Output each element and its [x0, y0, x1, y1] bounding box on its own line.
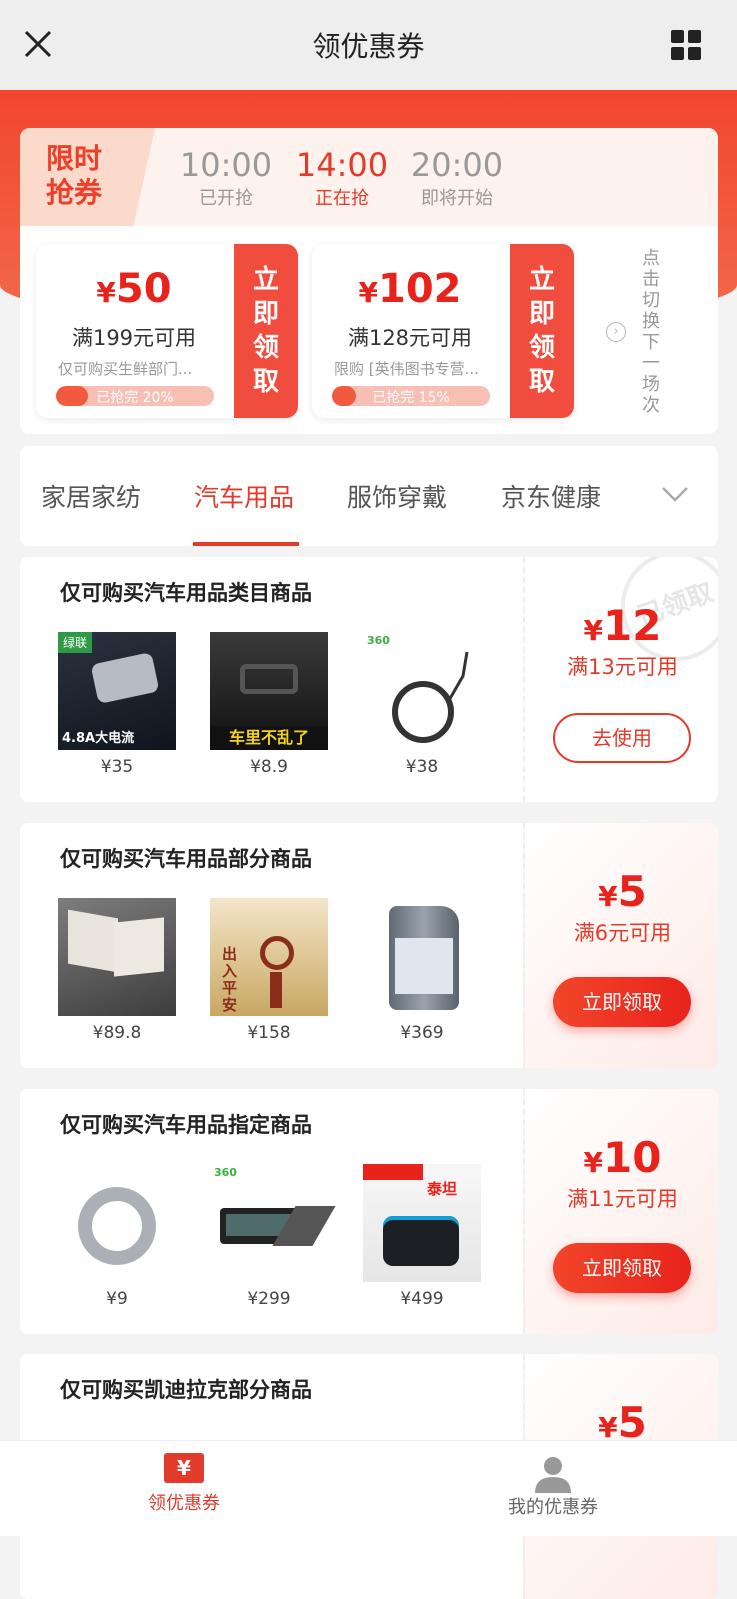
product-image-text: 4.8A大电流 [62, 731, 135, 746]
product-image[interactable] [363, 898, 481, 1016]
product-image-text: 出入平安 [222, 945, 238, 1014]
chevron-down-icon[interactable] [660, 482, 690, 506]
coupon-condition: 满128元可用 [347, 326, 473, 350]
coupon-amount: ¥5 [598, 867, 647, 916]
product-image[interactable]: 出入平安 [210, 898, 328, 1016]
page-title: 领优惠券 [312, 30, 425, 63]
coupon-description: 仅可购买生鲜部门... [58, 360, 193, 378]
use-coupon-button[interactable]: 去使用 [553, 713, 691, 763]
tab-auto-supplies[interactable]: 汽车用品 [194, 478, 294, 514]
brand-badge: 360 [214, 1166, 237, 1179]
product-price: ¥369 [400, 1023, 444, 1043]
brand-badge: 绿联 [58, 632, 93, 653]
coupon-value-panel: 已领取 ¥12 满13元可用 去使用 [523, 557, 718, 802]
category-tabs: 家居家纺 汽车用品 服饰穿戴 京东健康 [20, 446, 718, 546]
top-bar: 领优惠券 [0, 0, 737, 90]
coupon-description: 限购 [英伟图书专营... [334, 360, 479, 378]
coupon-condition: 满199元可用 [71, 326, 197, 350]
coupon-card: 仅可购买汽车用品类目商品 绿联 4.8A大电流 ¥35 车里不乱了 ¥8.9 3… [20, 557, 718, 802]
next-session-label: 点击切换下一场次 [642, 248, 660, 416]
active-tab-indicator [193, 542, 299, 546]
card-title: 仅可购买汽车用品类目商品 [60, 581, 312, 605]
chevron-right-icon: › [606, 322, 626, 342]
tab-jd-health[interactable]: 京东健康 [501, 478, 601, 514]
product-image[interactable] [58, 1164, 176, 1282]
product-image[interactable] [58, 898, 176, 1016]
claim-progress-bar: 已抢完 20% [56, 386, 214, 406]
product-price: ¥158 [247, 1023, 291, 1043]
product-price: ¥499 [400, 1289, 444, 1309]
tab-home-textile[interactable]: 家居家纺 [41, 478, 141, 514]
coupon-amount: ¥12 [583, 601, 662, 650]
claim-progress-text: 已抢完 15% [372, 390, 450, 406]
coupon-icon: ¥ [164, 1453, 204, 1483]
coupon-amount: ¥50 [96, 266, 172, 312]
flash-sale-panel: 限时 抢券 10:00 已开抢 14:00 正在抢 20:00 即将开始 ¥50… [20, 128, 718, 434]
coupon-card: 仅可购买汽车用品部分商品 ¥89.8 出入平安 ¥158 ¥369 ¥5 满6元… [20, 823, 718, 1068]
slot-status: 正在抢 [315, 188, 369, 209]
product-image-text: 泰坦 [427, 1180, 458, 1198]
coupon-value-panel: ¥5 满6元可用 立即领取 [523, 823, 718, 1068]
claim-button[interactable]: 立即领取 [510, 244, 574, 418]
coupon-value-panel: ¥10 满11元可用 立即领取 [523, 1089, 718, 1334]
product-price: ¥299 [247, 1289, 291, 1309]
claim-progress-bar: 已抢完 15% [332, 386, 490, 406]
product-price: ¥35 [100, 757, 134, 777]
slot-time: 10:00 [179, 146, 273, 184]
product-price: ¥9 [106, 1289, 128, 1309]
product-image[interactable]: 车里不乱了 [210, 632, 328, 750]
close-icon[interactable] [22, 28, 54, 60]
product-image-text: 车里不乱了 [210, 726, 328, 750]
coupon-amount: ¥10 [583, 1133, 662, 1182]
slot-status: 即将开始 [421, 188, 493, 209]
coupon-condition: 满11元可用 [567, 1187, 678, 1211]
time-slot-10[interactable]: 10:00 已开抢 [171, 146, 281, 210]
time-slot-20[interactable]: 20:00 即将开始 [402, 146, 512, 210]
grid-icon[interactable] [671, 30, 701, 60]
product-price: ¥89.8 [92, 1023, 142, 1043]
user-icon [535, 1457, 571, 1493]
slot-time: 14:00 [295, 146, 389, 184]
product-image[interactable]: 360 [210, 1164, 336, 1282]
product-price: ¥8.9 [250, 757, 288, 777]
nav-label: 我的优惠券 [508, 1497, 598, 1518]
coupon-condition: 满6元可用 [573, 921, 672, 945]
time-slot-14[interactable]: 14:00 正在抢 [287, 146, 397, 210]
product-image[interactable]: 360 [363, 632, 481, 750]
coupon-card: 仅可购买汽车用品指定商品 ¥9 360 ¥299 泰坦 ¥499 ¥10 满11… [20, 1089, 718, 1334]
claim-coupon-button[interactable]: 立即领取 [553, 977, 691, 1027]
claim-button[interactable]: 立即领取 [234, 244, 298, 418]
flash-coupon: ¥50 满199元可用 仅可购买生鲜部门... 已抢完 20% 立即领取 [36, 244, 298, 418]
flash-sale-header: 限时 抢券 10:00 已开抢 14:00 正在抢 20:00 即将开始 [20, 128, 718, 226]
card-title: 仅可购买汽车用品部分商品 [60, 847, 312, 871]
tab-apparel[interactable]: 服饰穿戴 [347, 478, 447, 514]
claim-coupon-button[interactable]: 立即领取 [553, 1243, 691, 1293]
slot-status: 已开抢 [199, 188, 253, 209]
product-image[interactable]: 绿联 4.8A大电流 [58, 632, 176, 750]
coupon-amount: ¥102 [358, 266, 462, 312]
next-session-switch[interactable]: › 点击切换下一场次 [606, 248, 662, 418]
bottom-nav: ¥ 领优惠券 我的优惠券 [0, 1440, 737, 1536]
flash-coupon: ¥102 满128元可用 限购 [英伟图书专营... 已抢完 15% 立即领取 [312, 244, 574, 418]
flash-sale-tag: 限时 抢券 [20, 128, 155, 226]
nav-my-coupons[interactable]: 我的优惠券 [453, 1453, 653, 1519]
coupon-condition: 满13元可用 [567, 655, 678, 679]
nav-get-coupons[interactable]: ¥ 领优惠券 [84, 1453, 284, 1515]
card-title: 仅可购买凯迪拉克部分商品 [60, 1378, 312, 1402]
claim-progress-text: 已抢完 20% [96, 390, 174, 406]
card-title: 仅可购买汽车用品指定商品 [60, 1113, 312, 1137]
nav-label: 领优惠券 [148, 1493, 220, 1514]
product-price: ¥38 [405, 757, 439, 777]
slot-time: 20:00 [410, 146, 504, 184]
product-image[interactable]: 泰坦 [363, 1164, 481, 1282]
